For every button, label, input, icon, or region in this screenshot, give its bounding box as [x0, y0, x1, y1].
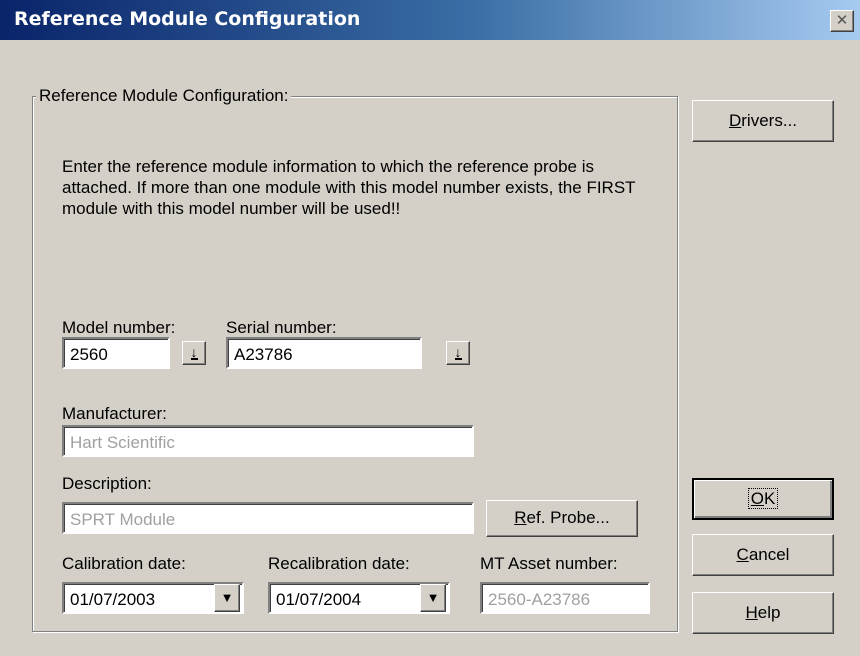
- description-label: Description:: [62, 474, 152, 493]
- recalibration-date-value: 01/07/2004: [276, 590, 362, 609]
- help-mnemonic: H: [745, 603, 758, 622]
- groupbox-legend: Reference Module Configuration:: [36, 86, 292, 106]
- cancel-mnemonic: C: [736, 545, 749, 564]
- ref-probe-mnemonic: R: [514, 508, 527, 527]
- instructions-text: Enter the reference module information t…: [62, 157, 636, 218]
- window-title: Reference Module Configuration: [14, 8, 361, 30]
- calibration-date-dropdown-button[interactable]: ▼: [214, 584, 240, 612]
- calibration-date-value: 01/07/2003: [70, 590, 156, 609]
- serial-number-field[interactable]: A23786: [226, 337, 422, 369]
- title-bar[interactable]: Reference Module Configuration ✕: [0, 0, 860, 40]
- calibration-date-label: Calibration date:: [62, 554, 186, 573]
- serial-number-label: Serial number:: [226, 318, 337, 337]
- close-icon: ✕: [835, 11, 849, 29]
- cancel-button[interactable]: Cancel: [692, 534, 834, 576]
- close-button[interactable]: ✕: [830, 10, 854, 32]
- recalibration-date-label: Recalibration date:: [268, 554, 410, 573]
- ok-label: K: [763, 489, 776, 508]
- model-number-pick-button[interactable]: ↓: [182, 341, 206, 365]
- drivers-button[interactable]: Drivers...: [692, 100, 834, 142]
- manufacturer-field: Hart Scientific: [62, 425, 474, 457]
- help-label: elp: [757, 603, 781, 622]
- ok-focus-rect: OK: [747, 488, 779, 509]
- drivers-label: rivers...: [741, 111, 797, 130]
- ok-button[interactable]: OK: [692, 478, 834, 520]
- cancel-label: ancel: [748, 545, 790, 564]
- ok-mnemonic: O: [750, 489, 764, 508]
- asset-number-field: 2560-A23786: [480, 582, 650, 614]
- serial-number-pick-button[interactable]: ↓: [446, 341, 470, 365]
- model-number-field[interactable]: 2560: [62, 337, 170, 369]
- asset-number-label: MT Asset number:: [480, 554, 618, 573]
- recalibration-date-dropdown-button[interactable]: ▼: [420, 584, 446, 612]
- drivers-mnemonic: D: [728, 111, 742, 130]
- ref-probe-label: ef. Probe...: [526, 508, 610, 527]
- description-field: SPRT Module: [62, 502, 474, 534]
- help-button[interactable]: Help: [692, 592, 834, 634]
- chevron-down-icon: ▼: [426, 590, 440, 605]
- model-number-label: Model number:: [62, 318, 176, 337]
- pick-arrow-icon: ↓: [190, 344, 198, 360]
- ref-probe-button[interactable]: Ref. Probe...: [486, 500, 638, 537]
- pick-arrow-icon: ↓: [454, 344, 462, 360]
- manufacturer-label: Manufacturer:: [62, 404, 167, 423]
- chevron-down-icon: ▼: [220, 590, 234, 605]
